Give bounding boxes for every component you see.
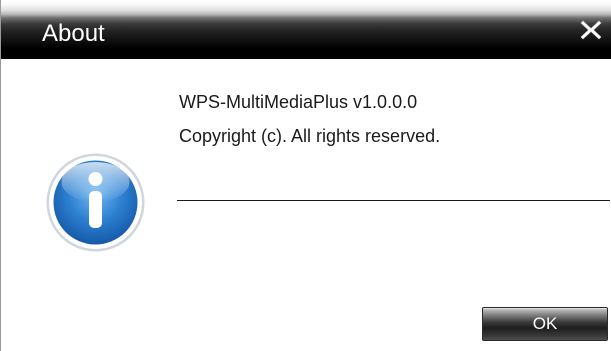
divider bbox=[177, 200, 610, 201]
about-dialog: About WPS-MultiMediaPlus v1.0.0.0 Copyri… bbox=[0, 0, 611, 351]
title-bar[interactable]: About bbox=[1, 0, 611, 59]
app-name-version: WPS-MultiMediaPlus v1.0.0.0 bbox=[179, 92, 418, 112]
ok-button[interactable]: OK bbox=[482, 307, 608, 341]
info-icon bbox=[45, 152, 146, 253]
close-icon bbox=[580, 20, 602, 40]
close-button[interactable] bbox=[578, 17, 604, 43]
window-title: About bbox=[42, 20, 105, 47]
copyright-text: Copyright (c). All rights reserved. bbox=[179, 126, 441, 146]
